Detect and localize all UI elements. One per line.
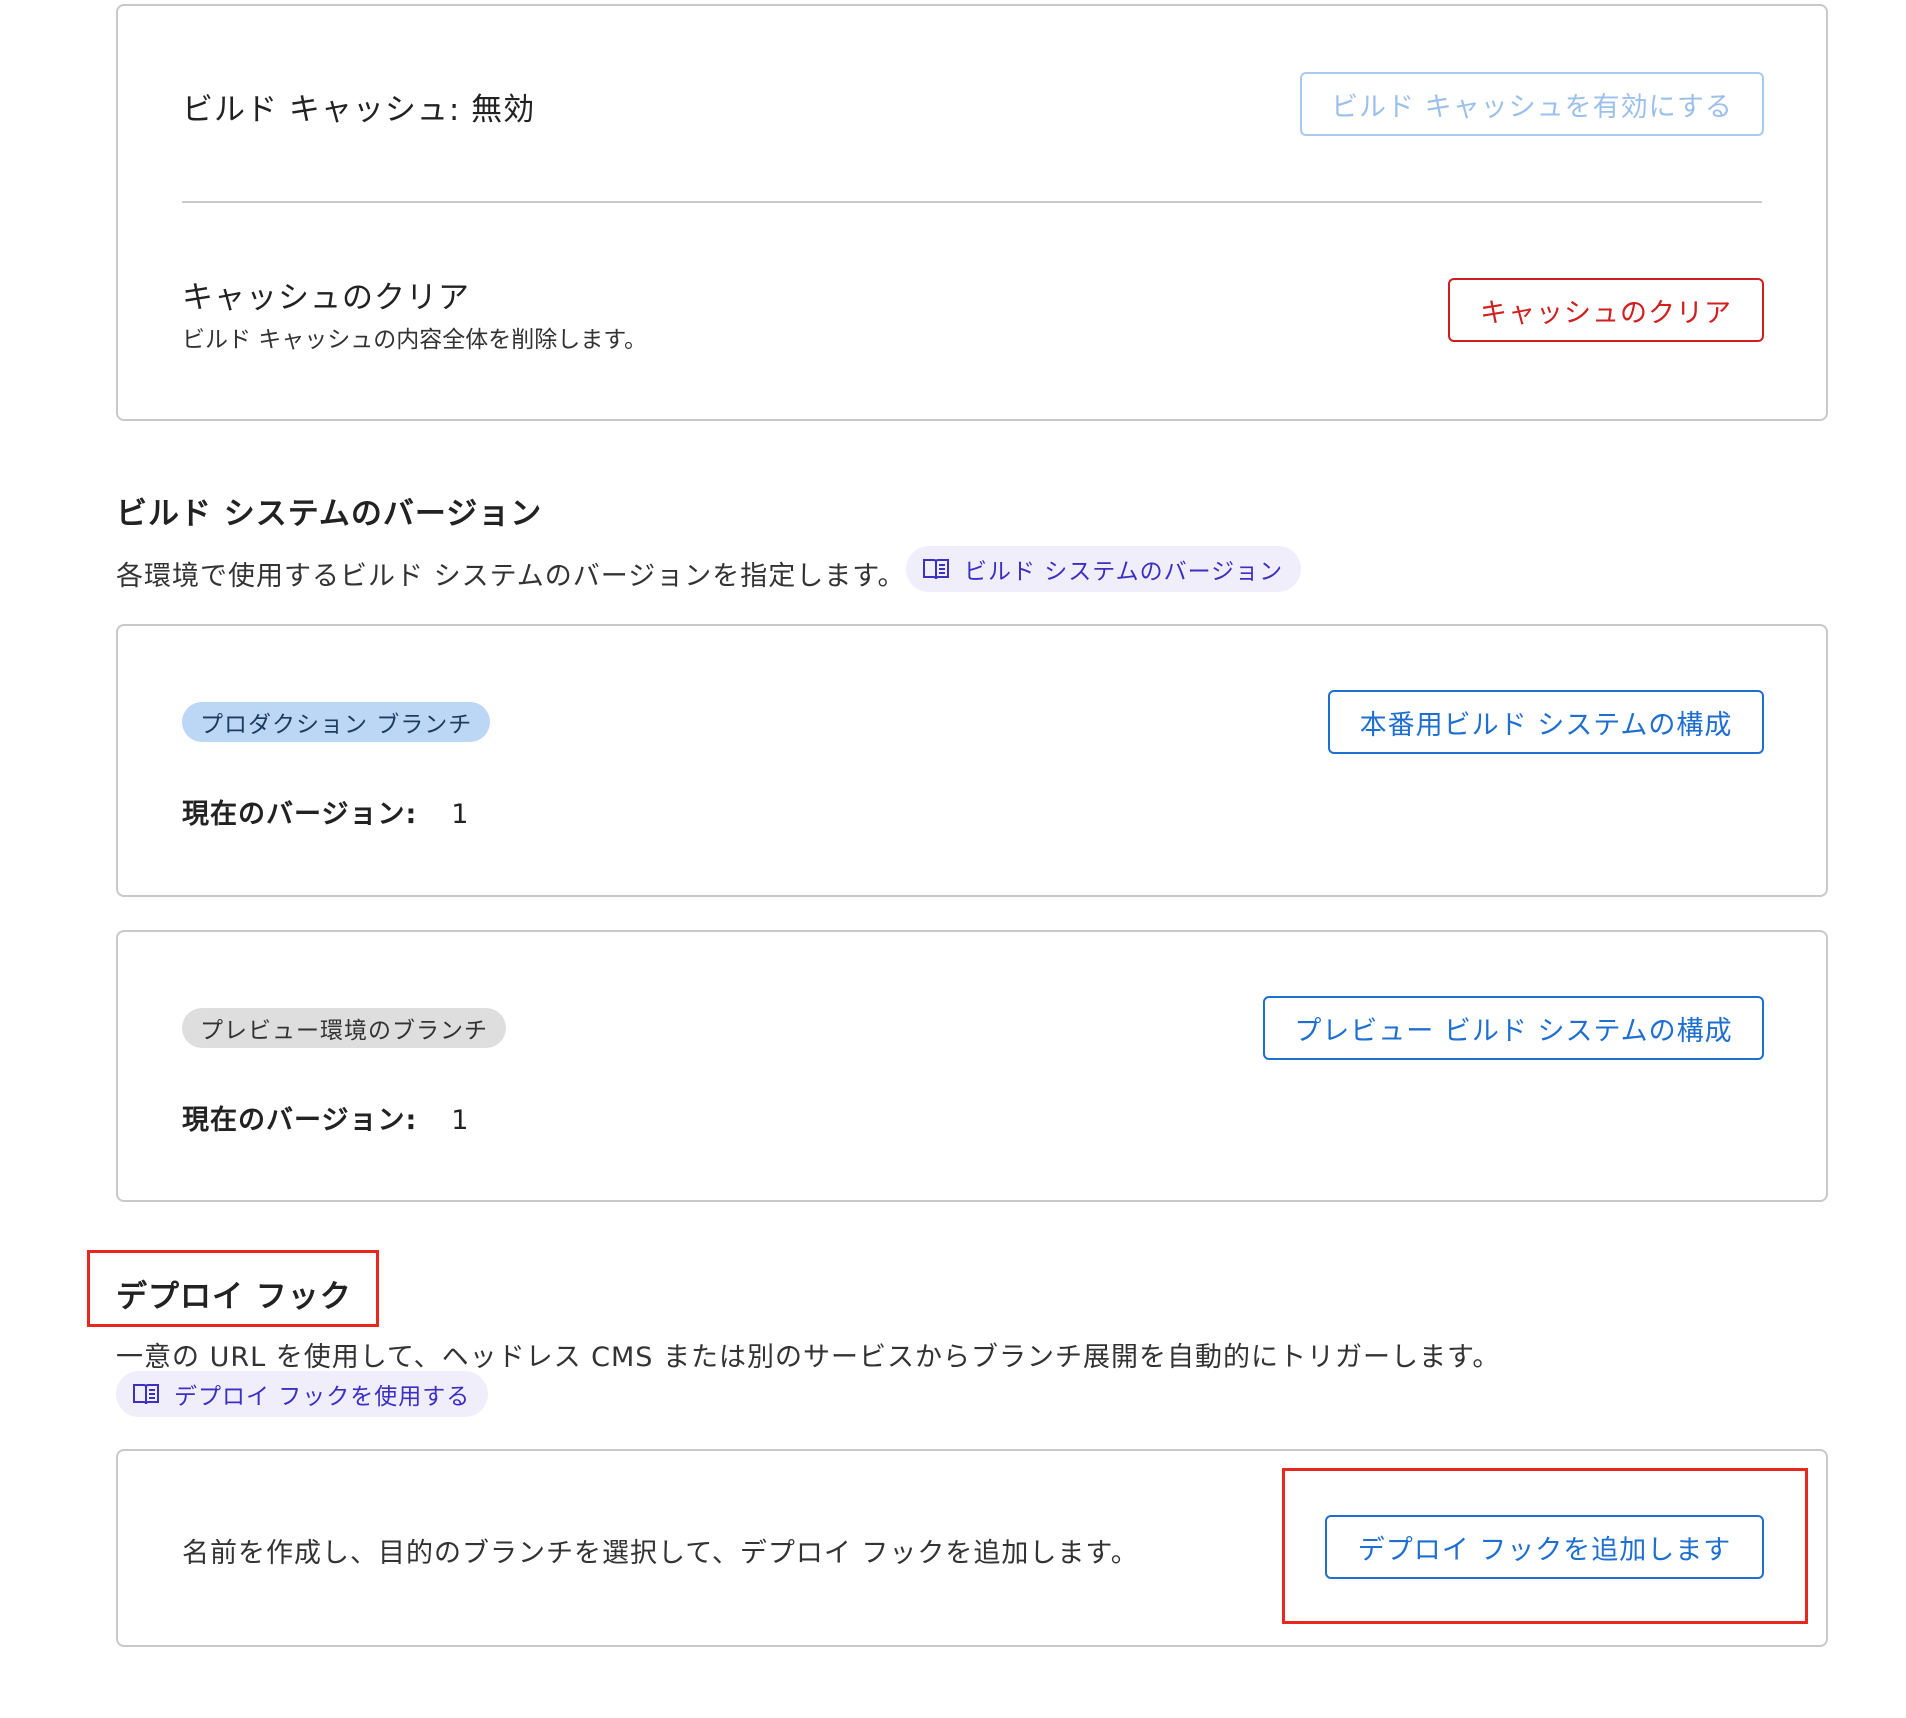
- clear-cache-button[interactable]: キャッシュのクリア: [1448, 278, 1764, 342]
- build-cache-card: [116, 4, 1828, 421]
- deploy-hooks-doc-link[interactable]: デプロイ フックを使用する: [116, 1371, 489, 1417]
- production-current-version: 現在のバージョン: 1: [182, 792, 468, 831]
- deploy-hooks-description: 一意の URL を使用して、ヘッドレス CMS または別のサービスからブランチ展…: [116, 1342, 1501, 1373]
- configure-production-build-system-button[interactable]: 本番用ビルド システムの構成: [1328, 690, 1764, 754]
- card-divider: [182, 201, 1762, 203]
- build-system-heading: ビルド システムのバージョン: [116, 496, 543, 532]
- deploy-hooks-heading-highlight: [87, 1250, 379, 1327]
- production-version-value: 1: [451, 799, 469, 830]
- enable-build-cache-button[interactable]: ビルド キャッシュを有効にする: [1300, 72, 1764, 136]
- book-icon: [923, 559, 949, 580]
- configure-preview-build-system-button[interactable]: プレビュー ビルド システムの構成: [1263, 996, 1764, 1060]
- production-branch-badge: プロダクション ブランチ: [182, 702, 491, 742]
- build-system-description: 各環境で使用するビルド システムのバージョンを指定します。: [116, 561, 906, 592]
- preview-branch-card: [116, 930, 1828, 1202]
- production-branch-card: [116, 624, 1828, 897]
- book-icon: [133, 1384, 159, 1405]
- deploy-hooks-instruction: 名前を作成し、目的のブランチを選択して、デプロイ フックを追加します。: [182, 1538, 1139, 1569]
- build-system-doc-link[interactable]: ビルド システムのバージョン: [906, 546, 1302, 592]
- preview-branch-badge: プレビュー環境のブランチ: [182, 1008, 506, 1048]
- preview-version-value: 1: [451, 1105, 469, 1136]
- clear-cache-title: キャッシュのクリア: [182, 280, 470, 316]
- build-cache-status: ビルド キャッシュ: 無効: [182, 92, 536, 128]
- preview-version-label: 現在のバージョン:: [182, 1105, 418, 1136]
- deploy-hooks-doc-link-label: デプロイ フックを使用する: [174, 1384, 471, 1410]
- preview-current-version: 現在のバージョン: 1: [182, 1098, 468, 1137]
- production-version-label: 現在のバージョン:: [182, 799, 418, 830]
- clear-cache-description: ビルド キャッシュの内容全体を削除します。: [182, 327, 648, 353]
- build-system-doc-link-label: ビルド システムのバージョン: [964, 559, 1284, 585]
- add-deploy-hook-highlight: [1282, 1468, 1808, 1624]
